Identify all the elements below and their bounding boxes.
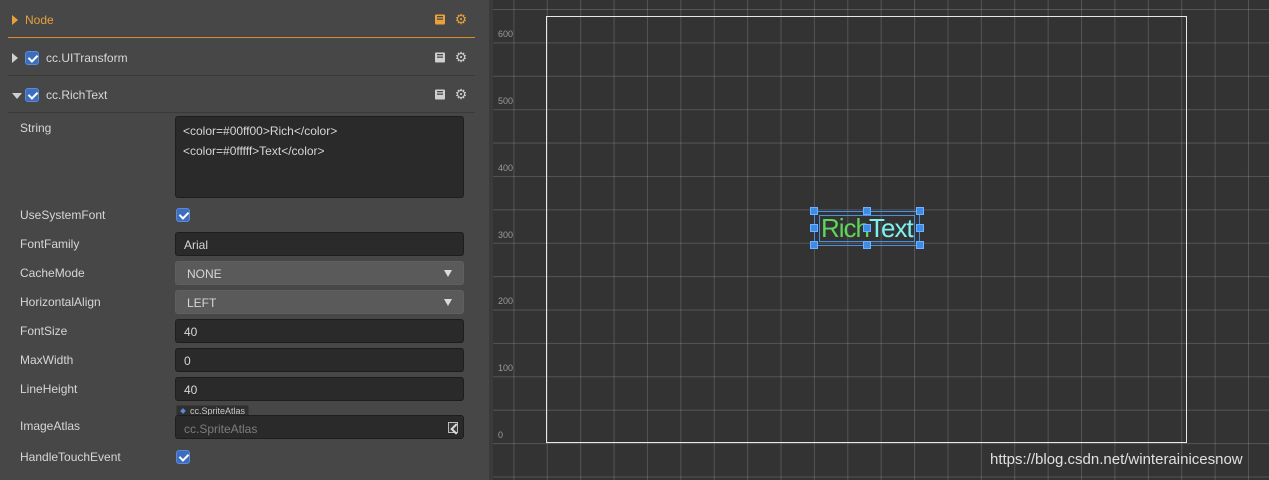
horizontal-align-value: LEFT [187, 296, 217, 310]
dropdown-arrow-icon [444, 270, 452, 277]
ruler-tick-label: 400 [498, 163, 514, 173]
horizontal-align-label: HorizontalAlign [20, 295, 101, 309]
use-system-font-checkbox[interactable] [176, 208, 190, 222]
richtext-part-text: Text [869, 213, 914, 243]
resize-handle[interactable] [810, 207, 818, 215]
resize-handle[interactable] [916, 241, 924, 249]
image-atlas-field[interactable]: cc.SpriteAtlas [175, 415, 464, 439]
watermark-text: https://blog.csdn.net/winterainicesnow [990, 451, 1243, 468]
anchor-handle[interactable] [863, 224, 871, 232]
ruler-tick-label: 100 [498, 363, 514, 373]
ruler-tick-label: 300 [498, 230, 514, 240]
collapse-arrow-icon[interactable] [12, 15, 18, 25]
string-line-1: <color=#00ff00>Rich</color> [183, 124, 338, 138]
gear-icon[interactable]: ⚙ [454, 50, 468, 64]
line-height-input[interactable]: 40 [175, 377, 464, 401]
cache-mode-value: NONE [187, 267, 222, 281]
dropdown-arrow-icon [444, 299, 452, 306]
font-size-input[interactable]: 40 [175, 319, 464, 343]
richtext-component-header[interactable]: cc.RichText ⚙ [8, 77, 475, 113]
richtext-part-rich: Rich [821, 213, 870, 243]
uitransform-title: cc.UITransform [46, 51, 128, 65]
font-family-input[interactable]: Arial [175, 232, 464, 256]
ruler-tick-label: 0 [498, 430, 504, 440]
horizontal-align-select[interactable]: LEFT [175, 290, 464, 314]
scene-view[interactable]: 600 500 400 300 200 100 0 RichText [493, 0, 1269, 480]
font-family-label: FontFamily [20, 237, 80, 251]
cache-mode-select[interactable]: NONE [175, 261, 464, 285]
resize-handle[interactable] [916, 224, 924, 232]
resize-handle[interactable] [863, 241, 871, 249]
max-width-label: MaxWidth [20, 353, 74, 367]
use-system-font-label: UseSystemFont [20, 208, 106, 222]
resize-handle[interactable] [810, 241, 818, 249]
string-line-2: <color=#0fffff>Text</color> [183, 144, 325, 158]
uitransform-component-header[interactable]: cc.UITransform ⚙ [8, 40, 475, 76]
uitransform-enabled-checkbox[interactable] [25, 51, 39, 65]
ruler-tick-label: 500 [498, 96, 514, 106]
gear-icon[interactable]: ⚙ [454, 87, 468, 101]
gear-icon[interactable]: ⚙ [454, 12, 468, 26]
inspector-panel: Node ⚙ cc.UITransform ⚙ cc.RichText ⚙ St… [0, 0, 490, 480]
string-textarea[interactable]: <color=#00ff00>Rich</color> <color=#0fff… [175, 116, 464, 198]
node-section-header[interactable]: Node ⚙ [8, 2, 475, 38]
font-size-label: FontSize [20, 324, 68, 338]
expand-arrow-icon[interactable] [12, 53, 18, 63]
cache-mode-label: CacheMode [20, 266, 85, 280]
node-title: Node [25, 13, 54, 27]
ruler-tick-label: 200 [498, 296, 514, 306]
line-height-label: LineHeight [20, 382, 78, 396]
ruler-tick-label: 600 [498, 29, 514, 39]
image-atlas-label: ImageAtlas [20, 419, 81, 433]
asset-picker-icon[interactable] [448, 422, 458, 433]
handle-touch-event-label: HandleTouchEvent [20, 450, 121, 464]
image-atlas-placeholder: cc.SpriteAtlas [184, 422, 258, 436]
string-label: String [20, 121, 52, 135]
resize-handle[interactable] [810, 224, 818, 232]
help-book-icon[interactable] [434, 52, 446, 63]
max-width-input[interactable]: 0 [175, 348, 464, 372]
help-book-icon[interactable] [434, 14, 446, 25]
richtext-enabled-checkbox[interactable] [25, 88, 39, 102]
help-book-icon[interactable] [434, 89, 446, 100]
handle-touch-event-checkbox[interactable] [176, 450, 190, 464]
richtext-title: cc.RichText [46, 88, 108, 102]
collapse-arrow-icon[interactable] [12, 93, 22, 99]
resize-handle[interactable] [863, 207, 871, 215]
resize-handle[interactable] [916, 207, 924, 215]
richtext-node[interactable]: RichText [810, 207, 924, 249]
